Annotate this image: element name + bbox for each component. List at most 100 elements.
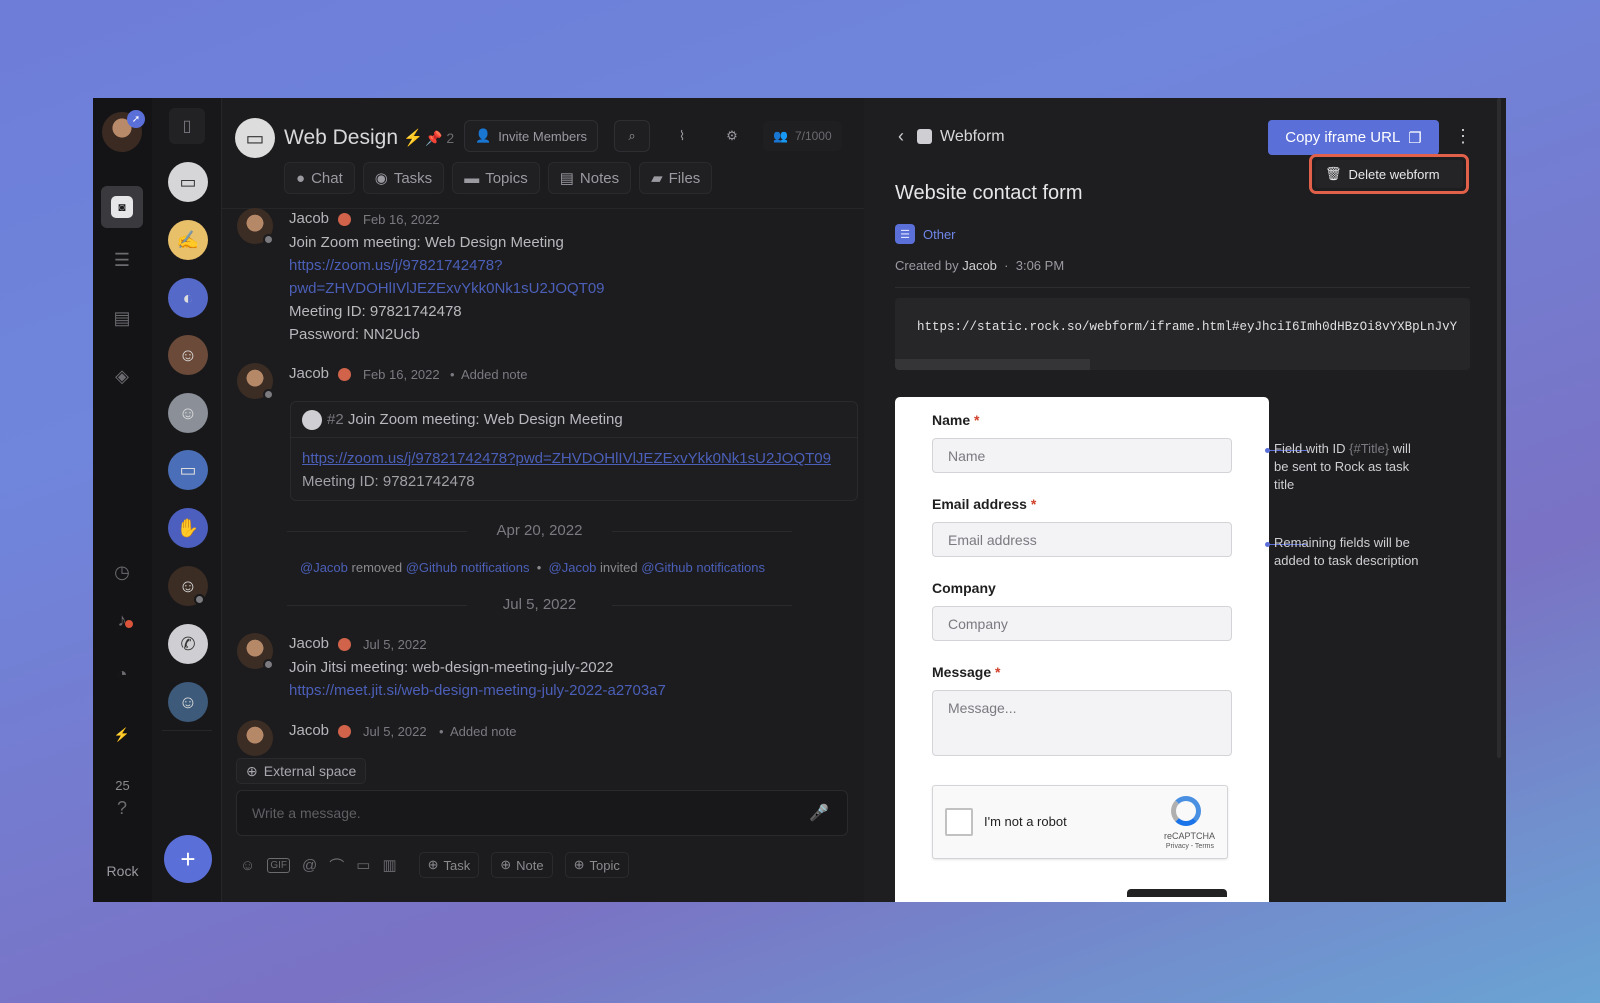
- tab-tasks[interactable]: ◉ Tasks: [362, 162, 445, 194]
- author-name[interactable]: Jacob: [289, 722, 329, 739]
- sidebar-toggle-icon[interactable]: ▯: [169, 108, 205, 144]
- search-button[interactable]: ⌕: [614, 120, 650, 152]
- poll-icon[interactable]: ▥: [382, 856, 396, 874]
- message-text: Join Zoom meeting: Web Design Meeting: [289, 234, 564, 251]
- delete-webform-menu-item[interactable]: 🗑 Delete webform: [1315, 160, 1463, 188]
- home-icon: ◙: [111, 196, 133, 218]
- panel-scrollbar[interactable]: [1497, 98, 1501, 758]
- header-divider: [222, 208, 864, 209]
- list-icon[interactable]: ☰: [105, 243, 139, 277]
- tab-notes[interactable]: ▤ Notes: [547, 162, 632, 194]
- system-message: @Jacob removed @Github notifications • @…: [300, 560, 765, 575]
- recaptcha-brand: reCAPTCHA: [1163, 831, 1215, 841]
- add-space-button[interactable]: +: [164, 835, 212, 883]
- back-chevron-icon[interactable]: ‹: [898, 126, 904, 147]
- space-wave[interactable]: ✋: [168, 508, 208, 548]
- clock-icon[interactable]: ◷: [105, 555, 139, 589]
- message-text: Join Jitsi meeting: web-design-meeting-j…: [289, 659, 614, 676]
- space-brand[interactable]: ◐: [168, 278, 208, 318]
- left-rail: ➚ ◙ ☰ ▤ ◈ ◷ ♪ ◔ ⚡ 25 ? Rock: [93, 98, 152, 902]
- name-input[interactable]: Name: [932, 438, 1232, 473]
- message-composer[interactable]: Write a message. 🎤: [236, 790, 848, 836]
- activity-icon: ⌇: [678, 128, 686, 143]
- message-textarea[interactable]: Message...: [932, 690, 1232, 756]
- iframe-url-box[interactable]: https://static.rock.so/webform/iframe.ht…: [895, 298, 1470, 370]
- created-prefix: Created by: [895, 258, 959, 273]
- timer-icon[interactable]: ◔: [105, 657, 139, 691]
- mention-link[interactable]: @Github notifications: [406, 560, 530, 575]
- plus-circle-icon: ⊕: [427, 857, 439, 872]
- add-topic-chip[interactable]: ⊕ Topic: [564, 852, 629, 878]
- members-button[interactable]: 👥 7/1000: [763, 121, 842, 151]
- attach-icon[interactable]: ⌒: [329, 855, 344, 876]
- space-avatar-1[interactable]: ☺: [168, 335, 208, 375]
- gamepad-icon[interactable]: ◈: [105, 359, 139, 393]
- created-time: 3:06 PM: [1015, 258, 1065, 273]
- external-space-label: External space: [263, 763, 357, 779]
- company-input[interactable]: Company: [932, 606, 1232, 641]
- space-writing[interactable]: ✍: [168, 220, 208, 260]
- created-info: Created by Jacob · 3:06 PM: [895, 258, 1064, 273]
- message-date: Jul 5, 2022: [363, 637, 427, 652]
- required-mark: *: [974, 412, 980, 428]
- tab-files[interactable]: ▰ Files: [639, 162, 713, 194]
- pin-count-label: 2: [446, 130, 455, 146]
- mention-link[interactable]: @Jacob: [300, 560, 348, 575]
- pin-count[interactable]: 📌 2: [425, 130, 454, 147]
- message-link[interactable]: pwd=ZHVDOHlIVlJEZExvYkk0Nk1sU2JOQT09: [289, 280, 605, 297]
- space-web-design[interactable]: ▭: [168, 162, 208, 202]
- email-input[interactable]: Email address: [932, 522, 1232, 557]
- avatar[interactable]: [237, 720, 273, 756]
- mention-icon[interactable]: @: [302, 857, 317, 874]
- breadcrumb: Webform: [940, 128, 1005, 145]
- tab-chat[interactable]: ● Chat: [284, 162, 355, 194]
- mention-link[interactable]: @Jacob: [549, 560, 597, 575]
- webform-title: Website contact form: [895, 182, 1083, 204]
- message-link[interactable]: https://meet.jit.si/web-design-meeting-j…: [289, 682, 666, 699]
- space-monitor[interactable]: ▭: [168, 450, 208, 490]
- video-icon[interactable]: ▭: [356, 856, 370, 874]
- space-avatar-2[interactable]: ☺: [168, 393, 208, 433]
- copy-iframe-url-button[interactable]: Copy iframe URL ❐: [1268, 120, 1439, 155]
- label-text: Company: [932, 580, 996, 596]
- tab-label: Notes: [579, 169, 620, 187]
- author-name[interactable]: Jacob: [289, 365, 329, 382]
- add-note-chip[interactable]: ⊕ Note: [491, 852, 553, 878]
- notification-dot: [125, 620, 133, 628]
- message-link[interactable]: https://zoom.us/j/97821742478?: [289, 257, 503, 274]
- bolt-icon: ⚡: [113, 727, 131, 742]
- invite-members-button[interactable]: 👤 Invite Members: [464, 120, 599, 152]
- status-dot: [263, 389, 274, 400]
- bell-icon[interactable]: ♪: [105, 603, 139, 637]
- captcha-checkbox[interactable]: [945, 808, 973, 836]
- space-avatar-4[interactable]: ☺: [168, 682, 208, 722]
- rail-home-button[interactable]: ◙: [101, 186, 143, 228]
- author-name[interactable]: Jacob: [289, 210, 329, 227]
- author-badge: [338, 638, 351, 651]
- copy-iframe-url-label: Copy iframe URL: [1285, 129, 1401, 146]
- settings-button[interactable]: ⚙: [714, 120, 750, 152]
- emoji-icon[interactable]: ☺: [240, 857, 255, 874]
- note-card[interactable]: #2 Join Zoom meeting: Web Design Meeting…: [290, 401, 858, 501]
- tab-topics[interactable]: ▬ Topics: [452, 162, 540, 194]
- author-name[interactable]: Jacob: [289, 635, 329, 652]
- horizontal-scrollbar[interactable]: [895, 359, 1090, 370]
- plus-circle-icon: ⊕: [573, 857, 585, 872]
- space-title[interactable]: Web Design: [284, 126, 398, 150]
- activity-button[interactable]: ⌇: [664, 120, 700, 152]
- webform-preview: Name * Name Email address * Email addres…: [895, 397, 1269, 902]
- category-tag[interactable]: ☰ Other: [895, 224, 956, 244]
- more-options-icon[interactable]: ⋮: [1454, 126, 1472, 147]
- submit-button[interactable]: [1127, 889, 1227, 897]
- recaptcha-logo-icon: [1171, 796, 1201, 826]
- creator-name: Jacob: [962, 258, 997, 273]
- add-task-chip[interactable]: ⊕ Task: [418, 852, 480, 878]
- microphone-icon[interactable]: 🎤: [809, 803, 829, 823]
- mention-link[interactable]: @Github notifications: [641, 560, 765, 575]
- help-icon[interactable]: ?: [105, 791, 139, 825]
- document-icon[interactable]: ▤: [105, 301, 139, 335]
- recaptcha-links[interactable]: Privacy - Terms: [1166, 843, 1214, 850]
- note-link[interactable]: https://zoom.us/j/97821742478?pwd=ZHVDOH…: [302, 450, 831, 467]
- gif-icon[interactable]: GIF: [267, 857, 290, 873]
- space-phone[interactable]: ✆: [168, 624, 208, 664]
